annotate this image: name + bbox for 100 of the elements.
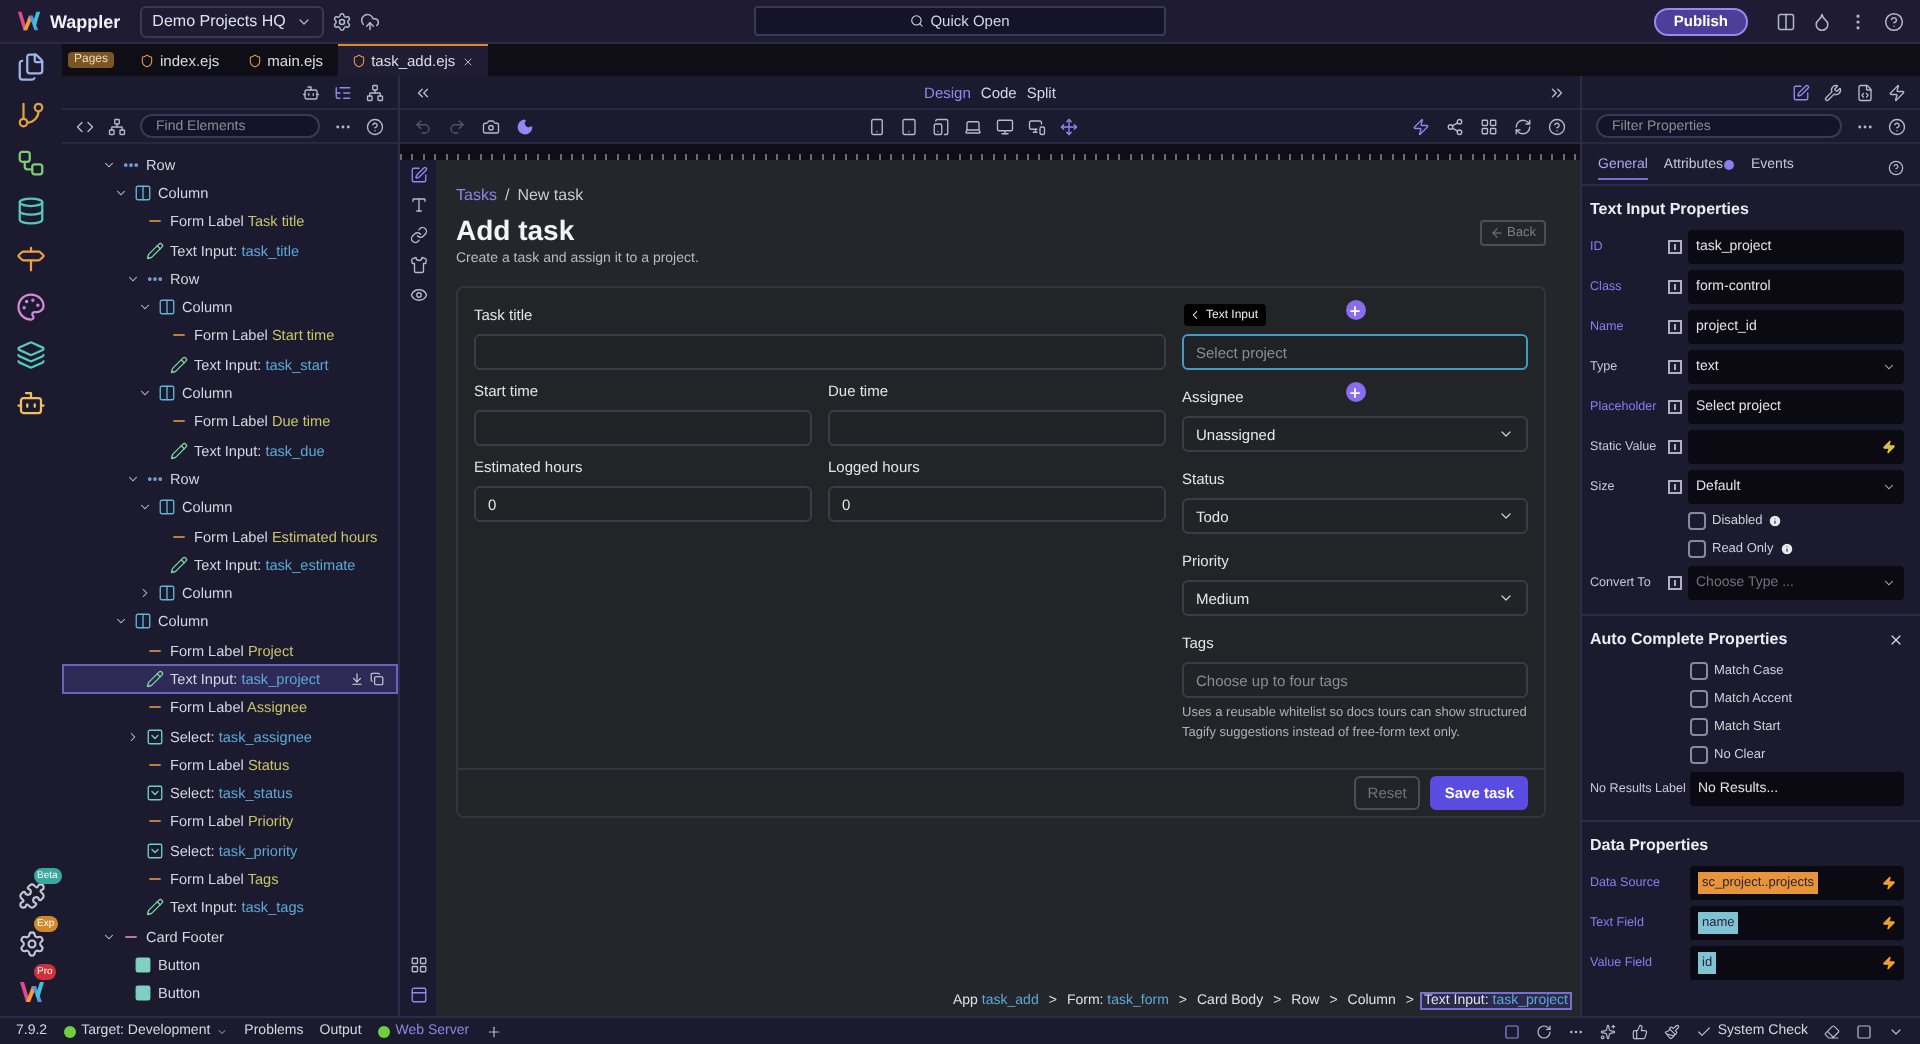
puzzle-icon[interactable]: [17, 881, 45, 909]
lightning-icon[interactable]: [1882, 955, 1896, 969]
robot-icon[interactable]: [16, 388, 46, 418]
edit-icon[interactable]: [1792, 83, 1810, 101]
refresh-icon[interactable]: [1514, 117, 1532, 135]
bracket-icon[interactable]: [1668, 279, 1682, 293]
shirt-icon[interactable]: [409, 256, 427, 274]
chevron-down-icon[interactable]: [138, 300, 152, 315]
chevron-down-icon[interactable]: [1882, 479, 1896, 493]
input-field[interactable]: [474, 334, 1166, 370]
arrow-down-icon[interactable]: [350, 671, 364, 686]
checkbox[interactable]: [1690, 717, 1708, 735]
chevron-down-icon[interactable]: [138, 386, 152, 401]
bracket-icon[interactable]: [1668, 479, 1682, 493]
checkbox[interactable]: [1688, 511, 1706, 529]
check-icon[interactable]: [1695, 1023, 1712, 1039]
thumbs-up-icon[interactable]: [1631, 1023, 1648, 1039]
checkbox[interactable]: [1690, 745, 1708, 763]
search-icon[interactable]: [910, 14, 925, 28]
help-icon[interactable]: [1888, 160, 1904, 176]
chevron-down-icon[interactable]: [1882, 575, 1896, 589]
collapse-left-icon[interactable]: [414, 83, 432, 101]
share-icon[interactable]: [1446, 117, 1464, 135]
help-icon[interactable]: [1884, 11, 1904, 31]
close-icon[interactable]: [1888, 631, 1904, 647]
info-icon[interactable]: [1779, 541, 1794, 555]
checkbox[interactable]: [1690, 661, 1708, 679]
help-icon[interactable]: [366, 117, 384, 135]
chevron-right-icon[interactable]: [126, 729, 140, 744]
robot-icon[interactable]: [302, 83, 320, 101]
tablet-icon[interactable]: [900, 117, 918, 135]
project-select[interactable]: Demo Projects HQ: [140, 5, 325, 37]
checkbox[interactable]: [1688, 539, 1706, 557]
grid-icon[interactable]: [409, 956, 427, 974]
plus-icon[interactable]: [485, 1023, 502, 1039]
close-icon[interactable]: [461, 55, 474, 67]
panels-icon[interactable]: [1776, 11, 1796, 31]
eraser-icon[interactable]: [1824, 1023, 1840, 1039]
lightning-icon[interactable]: [1412, 117, 1430, 135]
screens-icon[interactable]: [1028, 117, 1046, 135]
sitemap-icon[interactable]: [366, 83, 384, 101]
chevron-down-icon[interactable]: [138, 500, 152, 515]
chevron-right-icon[interactable]: [138, 586, 152, 601]
property-field[interactable]: [1688, 429, 1904, 463]
settings-icon[interactable]: [332, 11, 353, 31]
wrench-icon[interactable]: [1824, 83, 1842, 101]
checkbox[interactable]: [1690, 689, 1708, 707]
list-tree-icon[interactable]: [334, 83, 352, 101]
chevron-down-icon[interactable]: [1498, 590, 1514, 606]
panel-icon[interactable]: [409, 986, 427, 1004]
gear-icon[interactable]: [17, 929, 45, 957]
sitemap-icon[interactable]: [108, 117, 126, 135]
chevron-down-icon[interactable]: [114, 185, 128, 200]
branch-icon[interactable]: [16, 100, 46, 130]
camera-icon[interactable]: [482, 117, 500, 135]
database-icon[interactable]: [16, 196, 46, 226]
sparkles-icon[interactable]: [1599, 1023, 1616, 1039]
lightning-icon[interactable]: [1882, 439, 1896, 453]
help-icon[interactable]: [1888, 117, 1906, 135]
bracket-icon[interactable]: [1668, 359, 1682, 373]
help-icon[interactable]: [1548, 117, 1566, 135]
copy-icon[interactable]: [370, 671, 384, 686]
bracket-icon[interactable]: [1668, 239, 1682, 253]
bracket-icon[interactable]: [1668, 439, 1682, 453]
chevron-down-icon[interactable]: [1882, 359, 1896, 373]
text-icon[interactable]: [409, 196, 427, 214]
chevron-down-icon[interactable]: [102, 929, 116, 944]
lightning-icon[interactable]: [1882, 915, 1896, 929]
code-icon[interactable]: [76, 117, 94, 135]
laptop-icon[interactable]: [964, 117, 982, 135]
droplet-icon[interactable]: [1812, 11, 1832, 31]
moon-icon[interactable]: [516, 117, 534, 135]
chevron-down-icon[interactable]: [114, 614, 128, 629]
link-icon[interactable]: [409, 226, 427, 244]
square-icon[interactable]: [1503, 1023, 1520, 1039]
input-field[interactable]: [828, 410, 1166, 446]
chevron-down-icon[interactable]: [1498, 426, 1514, 442]
devices-icon[interactable]: [932, 117, 950, 135]
bracket-icon[interactable]: [1668, 319, 1682, 333]
palette-icon[interactable]: [16, 292, 46, 322]
phone-icon[interactable]: [868, 117, 886, 135]
lightning-icon[interactable]: [1888, 83, 1906, 101]
lightning-icon[interactable]: [1882, 875, 1896, 889]
info-icon[interactable]: [1768, 513, 1783, 527]
input-field[interactable]: [474, 410, 812, 446]
collapse-right-icon[interactable]: [1547, 83, 1566, 101]
grid-icon[interactable]: [1480, 117, 1498, 135]
chevron-down-icon[interactable]: [126, 271, 140, 286]
edit-icon[interactable]: [409, 166, 427, 184]
breadcrumb-link[interactable]: Tasks: [456, 186, 497, 204]
move-icon[interactable]: [1060, 117, 1078, 135]
monitor-icon[interactable]: [996, 117, 1014, 135]
flow-icon[interactable]: [16, 148, 46, 178]
cloud-upload-icon[interactable]: [360, 11, 381, 31]
chevron-down-icon[interactable]: [102, 157, 116, 172]
bracket-icon[interactable]: [1668, 575, 1682, 589]
chevron-down-icon[interactable]: [126, 471, 140, 486]
brush-icon[interactable]: [1663, 1023, 1680, 1039]
documents-icon[interactable]: [16, 52, 46, 82]
bracket-icon[interactable]: [1668, 399, 1682, 413]
